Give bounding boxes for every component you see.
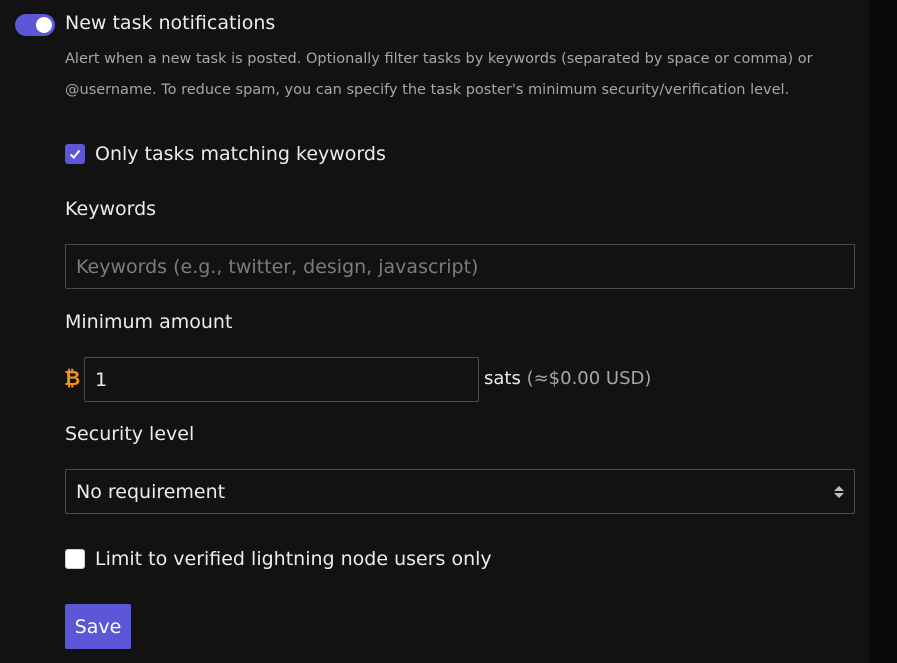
- right-panel-edge: [869, 0, 897, 663]
- keyword-filter-label: Only tasks matching keywords: [95, 143, 386, 165]
- security-level-label: Security level: [65, 423, 195, 445]
- keywords-input[interactable]: [65, 244, 855, 289]
- checkmark-icon: [69, 149, 81, 159]
- usd-equivalent: (≈$0.00 USD): [526, 368, 652, 389]
- notifications-description: Alert when a new task is posted. Optiona…: [65, 51, 813, 98]
- minimum-amount-input[interactable]: [84, 357, 479, 402]
- keyword-filter-checkbox[interactable]: [65, 144, 85, 164]
- toggle-knob: [36, 17, 52, 33]
- up-down-chevron-icon: [834, 485, 844, 498]
- verified-lightning-label: Limit to verified lightning node users o…: [95, 548, 492, 570]
- sats-unit-label: sats: [484, 368, 521, 389]
- amount-unit: sats (≈$0.00 USD): [484, 368, 651, 389]
- keywords-label: Keywords: [65, 198, 157, 220]
- notifications-title: New task notifications: [65, 12, 276, 34]
- save-button[interactable]: Save: [65, 604, 131, 649]
- verified-lightning-checkbox[interactable]: [65, 549, 85, 569]
- security-level-value: No requirement: [76, 480, 226, 503]
- notification-settings-page: New task notifications Alert when a new …: [0, 0, 897, 663]
- verified-lightning-option[interactable]: Limit to verified lightning node users o…: [65, 548, 492, 570]
- bitcoin-icon: ₿: [64, 366, 81, 390]
- keyword-filter-option[interactable]: Only tasks matching keywords: [65, 143, 386, 165]
- minimum-amount-label: Minimum amount: [65, 311, 233, 333]
- security-level-select[interactable]: No requirement: [65, 469, 855, 514]
- notifications-toggle[interactable]: [15, 14, 55, 36]
